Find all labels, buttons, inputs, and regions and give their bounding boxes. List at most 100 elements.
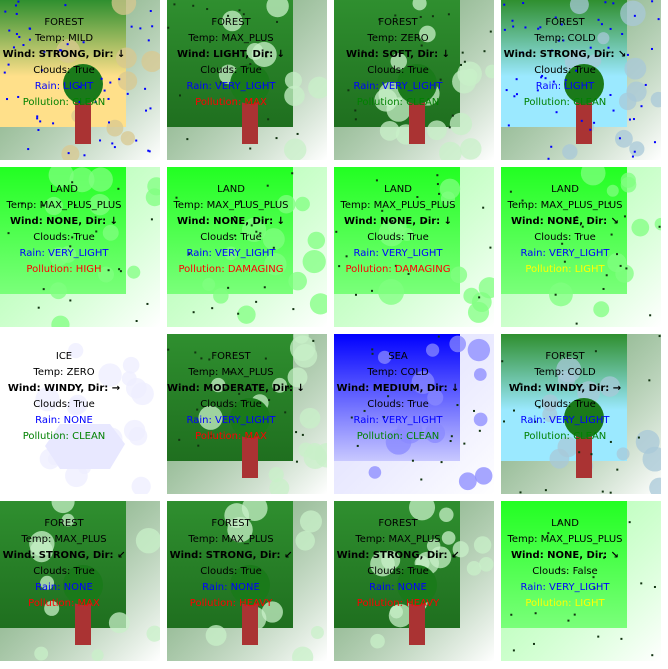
tile-pollution: Pollution: CLEAN bbox=[22, 97, 106, 108]
tile-wind: Wind: NONE, Dir: ↘ bbox=[510, 550, 620, 561]
rain-drop bbox=[644, 83, 647, 86]
tile-temperature: Temp: MAX_PLUS_PLUS bbox=[507, 534, 623, 545]
tile-info: FOREST Temp: MAX_PLUS Wind: MODERATE, Dir:… bbox=[167, 334, 305, 462]
tile-temperature: Temp: MAX_PLUS_PLUS bbox=[6, 200, 122, 211]
tile-pollution: Pollution: CLEAN bbox=[356, 97, 440, 108]
tile-wind: Wind: NONE, Dir: ↓ bbox=[343, 216, 453, 227]
rain-drop bbox=[463, 60, 466, 63]
tile-info: SEA Temp: COLD Wind: MEDIUM, Dir: ↓ Clouds:… bbox=[334, 334, 462, 462]
cloud bbox=[473, 368, 487, 381]
rain-drop bbox=[489, 246, 492, 249]
tile-biome-label: LAND bbox=[551, 184, 579, 195]
tile-wind: Wind: STRONG, Dir: ↓ bbox=[2, 49, 126, 60]
rain-drop bbox=[609, 491, 612, 494]
tile-info: FOREST Temp: MAX_PLUS Wind: STRONG, Dir: ↙… bbox=[167, 501, 295, 629]
rain-drop bbox=[651, 654, 654, 657]
cloud bbox=[615, 129, 633, 148]
rain-drop bbox=[601, 490, 604, 493]
cloud bbox=[299, 510, 322, 533]
tile-wind: Wind: NONE, Dir: ↘ bbox=[510, 216, 620, 227]
rain-drop bbox=[589, 128, 592, 131]
tile-clouds: Clouds: True bbox=[33, 65, 95, 76]
tile-biome-label: LAND bbox=[50, 184, 78, 195]
cloud bbox=[635, 429, 660, 454]
tile-clouds: Clouds: True bbox=[200, 232, 262, 243]
tile-rain: Rain: VERY_LIGHT bbox=[353, 415, 443, 426]
rain-drop bbox=[632, 118, 635, 121]
rain-drop bbox=[151, 25, 154, 28]
cloud bbox=[306, 442, 324, 460]
rain-drop bbox=[519, 491, 522, 494]
cloud bbox=[463, 68, 478, 83]
tile-info: FOREST Temp: MAX_PLUS Wind: STRONG, Dir: ↙… bbox=[334, 501, 462, 629]
cloud bbox=[467, 338, 491, 362]
tile-rain: Rain: VERY_LIGHT bbox=[19, 248, 109, 259]
rain-drop bbox=[186, 138, 189, 141]
tile-wind: Wind: WINDY, Dir: → bbox=[508, 383, 622, 394]
tile-info: FOREST Temp: ZERO Wind: SOFT, Dir: ↓ Clouds… bbox=[334, 0, 462, 128]
rain-drop bbox=[482, 206, 485, 209]
tile-info: LAND Temp: MAX_PLUS_PLUS Wind: NONE, Dir: … bbox=[167, 167, 295, 295]
rain-drop bbox=[211, 307, 214, 310]
rain-drop bbox=[255, 300, 258, 303]
rain-drop bbox=[628, 118, 631, 121]
cloud bbox=[127, 265, 141, 279]
environment-grid: FOREST Temp: MILD Wind: STRONG, Dir: ↓ Clou… bbox=[0, 0, 668, 669]
rain-drop bbox=[489, 30, 492, 33]
tile-wind: Wind: SOFT, Dir: ↓ bbox=[346, 49, 450, 60]
rain-drop bbox=[150, 218, 153, 221]
cloud bbox=[34, 646, 49, 661]
tile-pollution: Pollution: CLEAN bbox=[356, 431, 440, 442]
tile-biome-label: SEA bbox=[388, 351, 408, 362]
rain-drop bbox=[37, 306, 40, 309]
rain-drop bbox=[301, 433, 304, 436]
tile-biome-label: FOREST bbox=[545, 17, 585, 28]
cloud bbox=[370, 633, 385, 649]
rain-drop bbox=[633, 150, 636, 153]
tile-pollution: Pollution: HIGH bbox=[26, 264, 102, 275]
rain-drop bbox=[296, 132, 299, 135]
tile-clouds: Clouds: True bbox=[367, 232, 429, 243]
tile-wind: Wind: STRONG, Dir: ↙ bbox=[2, 550, 126, 561]
rain-drop bbox=[473, 409, 476, 412]
rain-drop bbox=[312, 339, 315, 342]
tile-wind: Wind: MODERATE, Dir: ↓ bbox=[167, 383, 305, 394]
tile-rain: Rain: VERY_LIGHT bbox=[186, 248, 276, 259]
tile-rain: Rain: NONE bbox=[202, 582, 260, 593]
tile-rain: Rain: NONE bbox=[35, 415, 93, 426]
tile-info: FOREST Temp: MAX_PLUS Wind: STRONG, Dir: ↙… bbox=[0, 501, 128, 629]
environment-tile: FOREST Temp: COLD Wind: WINDY, Dir: → Cloud… bbox=[501, 334, 661, 494]
tile-wind: Wind: STRONG, Dir: ↙ bbox=[169, 550, 293, 561]
cloud bbox=[302, 249, 326, 274]
cloud bbox=[562, 144, 578, 160]
rain-drop bbox=[37, 128, 40, 131]
rain-drop bbox=[292, 308, 295, 311]
cloud bbox=[473, 536, 492, 554]
tile-temperature: Temp: COLD bbox=[367, 367, 429, 378]
rain-drop bbox=[631, 155, 634, 158]
rain-drop bbox=[237, 312, 240, 315]
tile-pollution: Pollution: LIGHT bbox=[525, 598, 605, 609]
tile-biome-label: FOREST bbox=[378, 518, 418, 529]
tile-rain: Rain: VERY_LIGHT bbox=[520, 415, 610, 426]
rain-drop bbox=[650, 47, 653, 50]
tile-clouds: Clouds: True bbox=[33, 399, 95, 410]
rain-drop bbox=[147, 149, 150, 152]
tile-temperature: Temp: MAX_PLUS_PLUS bbox=[340, 200, 456, 211]
cloud bbox=[293, 343, 318, 368]
cloud bbox=[307, 231, 326, 250]
tile-pollution: Pollution: CLEAN bbox=[523, 97, 607, 108]
environment-tile: FOREST Temp: MAX_PLUS Wind: STRONG, Dir: ↙… bbox=[167, 501, 327, 661]
environment-tile: LAND Temp: MAX_PLUS_PLUS Wind: NONE, Dir: … bbox=[167, 167, 327, 327]
rain-drop bbox=[616, 468, 619, 471]
tile-biome-label: FOREST bbox=[211, 17, 251, 28]
tile-temperature: Temp: ZERO bbox=[33, 367, 95, 378]
tile-biome-label: FOREST bbox=[378, 17, 418, 28]
cloud bbox=[473, 412, 488, 427]
tile-clouds: Clouds: True bbox=[200, 399, 262, 410]
rain-drop bbox=[618, 137, 621, 140]
environment-tile: FOREST Temp: MILD Wind: STRONG, Dir: ↓ Clou… bbox=[0, 0, 160, 160]
rain-drop bbox=[463, 442, 466, 445]
tile-temperature: Temp: ZERO bbox=[367, 33, 429, 44]
tile-pollution: Pollution: HEAVY bbox=[189, 598, 273, 609]
